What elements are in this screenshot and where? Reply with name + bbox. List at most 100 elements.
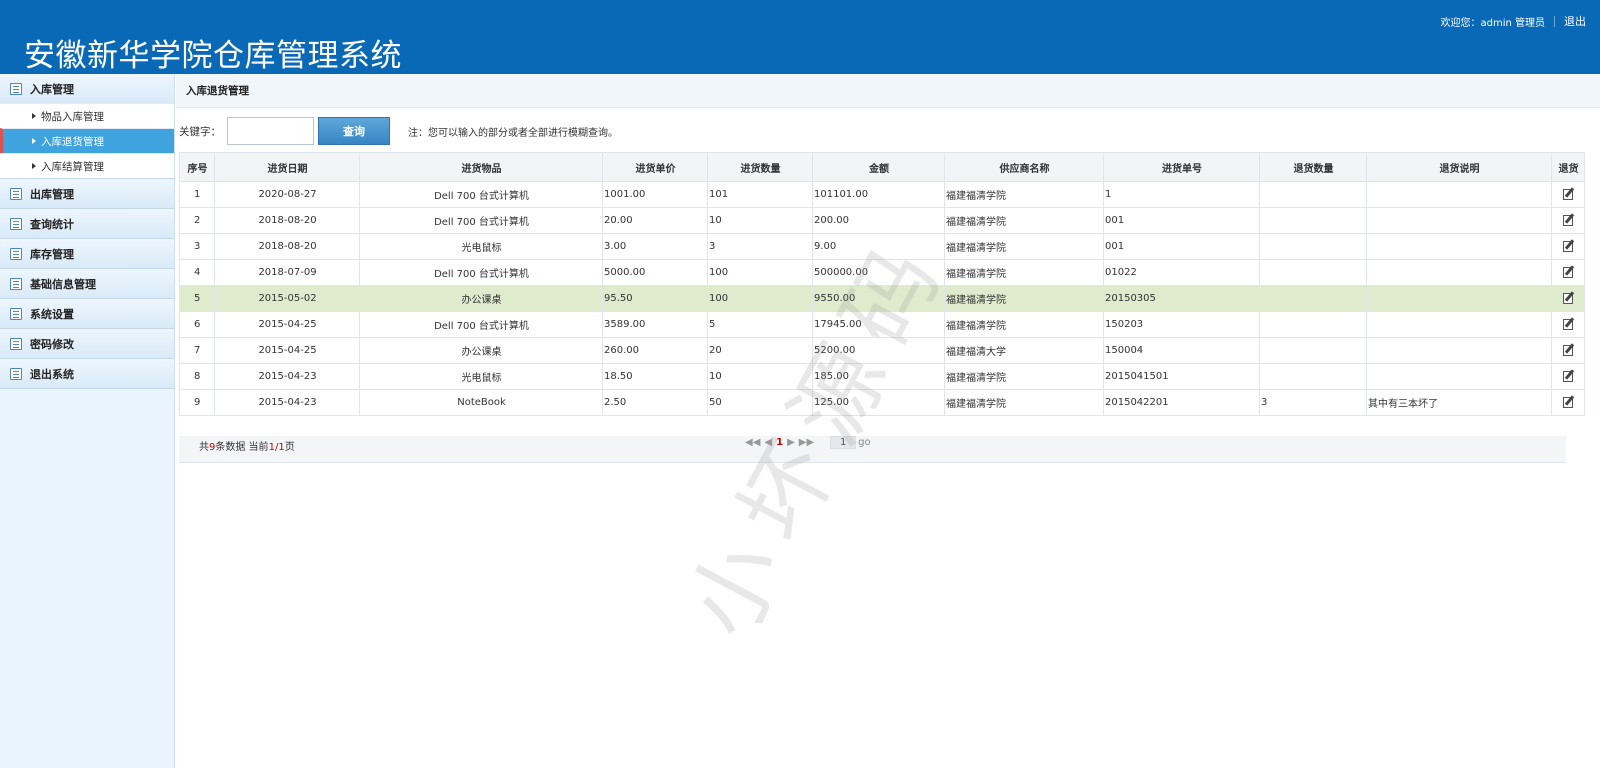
list-icon: [10, 307, 22, 320]
table-cell: 福建福清学院: [944, 311, 1104, 338]
table-cell: [1366, 311, 1552, 338]
menu-group-password: 密码修改: [0, 329, 174, 359]
caret-right-icon: [32, 138, 36, 144]
caret-right-icon: [32, 163, 36, 169]
menu-head-basic-info[interactable]: 基础信息管理: [0, 269, 174, 298]
edit-icon[interactable]: [1562, 291, 1575, 304]
table-cell: [1366, 285, 1552, 312]
menu-group-query: 查询统计: [0, 209, 174, 239]
menu-group-settings: 系统设置: [0, 299, 174, 329]
table-cell: 2015-04-23: [214, 389, 360, 416]
sidebar-item-inbound-return[interactable]: 入库退货管理: [0, 128, 174, 153]
edit-icon[interactable]: [1562, 317, 1575, 330]
table-cell: 260.00: [602, 337, 708, 364]
menu-head-settings[interactable]: 系统设置: [0, 299, 174, 328]
table-cell: Dell 700 台式计算机: [359, 207, 603, 234]
table-cell: [1259, 285, 1367, 312]
table-cell: [1366, 363, 1552, 390]
table-cell-action: [1551, 311, 1585, 338]
table-cell: 95.50: [602, 285, 708, 312]
first-page-icon[interactable]: ◀◀: [745, 437, 760, 448]
edit-icon[interactable]: [1562, 343, 1575, 356]
menu-head-inbound[interactable]: 入库管理: [0, 74, 174, 103]
table-row: 2 2018-08-20 Dell 700 台式计算机 20.00 10 200.00 福建…: [179, 207, 1585, 234]
table-row: 4 2018-07-09 Dell 700 台式计算机 5000.00 100 50000…: [179, 259, 1585, 286]
menu-head-query[interactable]: 查询统计: [0, 209, 174, 238]
list-icon: [10, 82, 22, 95]
table-cell: 2015-04-25: [214, 337, 360, 364]
table-cell: 2015-05-02: [214, 285, 360, 312]
menu-head-exit[interactable]: 退出系统: [0, 359, 174, 388]
search-note: 注：您可以输入的部分或者全部进行模糊查询。: [408, 127, 618, 139]
table-row: 5 2015-05-02 办公课桌 95.50 100 9550.00 福建福清学院 2015…: [179, 285, 1585, 312]
table-cell: Dell 700 台式计算机: [359, 181, 603, 208]
search-input[interactable]: [227, 117, 314, 145]
table-row: 7 2015-04-25 办公课桌 260.00 20 5200.00 福建福清大学 1500…: [179, 337, 1585, 364]
menu-head-password[interactable]: 密码修改: [0, 329, 174, 358]
edit-icon[interactable]: [1562, 239, 1575, 252]
table-cell: Dell 700 台式计算机: [359, 259, 603, 286]
edit-icon[interactable]: [1562, 213, 1575, 226]
col-header: 进货单号: [1103, 152, 1260, 182]
prev-page-icon[interactable]: ◀: [764, 437, 772, 448]
table-cell: 7: [179, 337, 215, 364]
table-cell: 2.50: [602, 389, 708, 416]
menu-head-outbound[interactable]: 出库管理: [0, 179, 174, 208]
table-cell: 5: [179, 285, 215, 312]
menu-head-label: 查询统计: [30, 217, 74, 231]
col-header: 供应商名称: [944, 152, 1104, 182]
menu-head-label: 基础信息管理: [30, 277, 96, 291]
edit-icon[interactable]: [1562, 369, 1575, 382]
last-page-icon[interactable]: ▶▶: [799, 437, 814, 448]
table-cell: 3: [707, 233, 813, 260]
next-page-icon[interactable]: ▶: [787, 437, 795, 448]
table-cell: 20150305: [1103, 285, 1260, 312]
col-header: 退货数量: [1259, 152, 1367, 182]
table-cell: 5200.00: [812, 337, 945, 364]
search-bar: 关键字： 查询 注：您可以输入的部分或者全部进行模糊查询。: [179, 117, 618, 145]
page-number-input[interactable]: 1: [830, 436, 857, 449]
search-button[interactable]: 查询: [318, 117, 390, 145]
edit-icon[interactable]: [1562, 395, 1575, 408]
table-cell: [1259, 233, 1367, 260]
menu-head-stock[interactable]: 库存管理: [0, 239, 174, 268]
table-cell-action: [1551, 285, 1585, 312]
keyword-label: 关键字：: [179, 125, 221, 138]
table-cell: Dell 700 台式计算机: [359, 311, 603, 338]
menu-group-inbound: 入库管理 物品入库管理 入库退货管理 入库结算管理: [0, 74, 174, 179]
go-button[interactable]: go: [858, 437, 870, 448]
table-cell: [1366, 207, 1552, 234]
menu-head-label: 密码修改: [30, 337, 74, 351]
page-link[interactable]: 1: [776, 437, 783, 448]
table-cell: 2018-08-20: [214, 207, 360, 234]
menu-group-outbound: 出库管理: [0, 179, 174, 209]
table-cell: [1366, 233, 1552, 260]
sidebar-item-inbound-settlement[interactable]: 入库结算管理: [0, 153, 174, 178]
sidebar-item-label: 入库结算管理: [41, 160, 104, 173]
table-cell: 8: [179, 363, 215, 390]
pager-text: 条数据 当前: [215, 442, 269, 453]
table-row: 3 2018-08-20 光电鼠标 3.00 3 9.00 福建福清学院 001: [179, 233, 1585, 260]
table-cell: 福建福清学院: [944, 233, 1104, 260]
menu-head-label: 退出系统: [30, 367, 74, 381]
edit-icon[interactable]: [1562, 187, 1575, 200]
table-cell-action: [1551, 389, 1585, 416]
table-cell: 福建福清大学: [944, 337, 1104, 364]
main-content: 入库退货管理 关键字： 查询 注：您可以输入的部分或者全部进行模糊查询。 序号 …: [176, 74, 1600, 768]
table-cell: 6: [179, 311, 215, 338]
col-header: 退货: [1551, 152, 1585, 182]
table-cell: 50: [707, 389, 813, 416]
sidebar-item-label: 入库退货管理: [41, 135, 104, 148]
sidebar-item-goods-inbound[interactable]: 物品入库管理: [0, 103, 174, 128]
table-cell: 17945.00: [812, 311, 945, 338]
table-cell: 3: [179, 233, 215, 260]
edit-icon[interactable]: [1562, 265, 1575, 278]
table-cell: 10: [707, 363, 813, 390]
divider: [1554, 15, 1555, 27]
logout-link[interactable]: 退出: [1564, 13, 1586, 29]
list-icon: [10, 187, 22, 200]
table-cell: 9: [179, 389, 215, 416]
table-cell: 1: [179, 181, 215, 208]
menu-group-basic-info: 基础信息管理: [0, 269, 174, 299]
table-cell-action: [1551, 181, 1585, 208]
